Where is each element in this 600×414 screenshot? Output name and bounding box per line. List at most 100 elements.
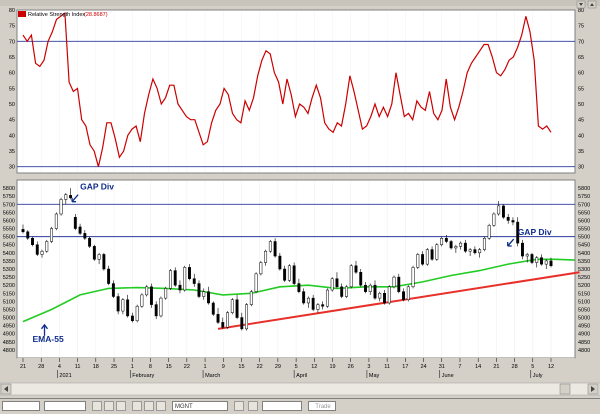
candle-body: [154, 304, 158, 317]
price-tick-label-left: 5450: [3, 243, 15, 249]
candle-body: [102, 254, 106, 270]
candle: [425, 247, 429, 266]
candle-body: [211, 302, 215, 315]
month-label: July: [533, 373, 543, 379]
candle: [102, 252, 106, 271]
quantity-field[interactable]: [262, 401, 302, 411]
refresh-icon[interactable]: [234, 401, 244, 411]
price-tick-label-right: 5100: [578, 299, 590, 305]
candle-body: [245, 304, 249, 330]
candle: [226, 311, 229, 329]
candle-body: [69, 195, 73, 199]
candle-body: [50, 228, 53, 242]
settings-icon[interactable]: [248, 401, 258, 411]
candle-body: [83, 233, 87, 239]
horizontal-scrollbar[interactable]: [0, 382, 600, 396]
month-label: June: [442, 373, 454, 379]
candle-body: [435, 244, 439, 260]
candle-body: [259, 262, 263, 275]
rsi-title-icon: [18, 11, 26, 17]
candle-body: [549, 260, 553, 267]
candle: [392, 275, 396, 289]
price-axis-right: 4800 4850 4900 4950 5000 5050 5100 5150 5200 5250…: [578, 186, 590, 354]
rsi-tick-label-right: 65: [578, 55, 584, 61]
candle-body: [283, 268, 287, 281]
price-tick-label-left: 5400: [3, 251, 15, 257]
candle: [349, 264, 353, 289]
price-tick-label-left: 4850: [3, 340, 15, 346]
candle-body: [473, 249, 477, 254]
price-tick-label-right: 5600: [578, 218, 590, 224]
date-tick-label: 3: [367, 364, 370, 370]
candle: [249, 290, 253, 307]
candle: [387, 285, 391, 305]
symbol-field[interactable]: MGNT: [172, 401, 228, 411]
candle-body: [126, 299, 130, 317]
date-tick-label: 28: [38, 364, 44, 370]
candle-body: [202, 291, 206, 297]
scrollbar-track[interactable]: [0, 382, 600, 396]
price-tick-label-left: 5250: [3, 275, 15, 281]
candle-body: [411, 267, 415, 288]
price-panel: GAP Div GAP Div EMA-55 4800 4850 4900 4950 500…: [3, 179, 590, 359]
candle-body: [454, 246, 458, 249]
candle: [159, 296, 163, 318]
price-tick-label-right: 5150: [578, 291, 590, 297]
candle-body: [64, 194, 68, 200]
candle-body: [249, 291, 253, 305]
candle-body: [268, 241, 272, 252]
date-tick-label: 25: [111, 364, 117, 370]
panel-splitter[interactable]: [0, 175, 600, 179]
rsi-panel: 30 35 40 45 50 55 60 65 70 75 80 30 35 40 45 50 55 60 65 7…: [9, 8, 584, 174]
candle-body: [397, 276, 401, 292]
scroll-thumb[interactable]: [559, 383, 571, 395]
price-tick-label-right: 5800: [578, 186, 590, 192]
candle-body: [511, 220, 515, 223]
date-tick-label: 21: [493, 364, 499, 370]
candle-body: [354, 265, 358, 273]
date-tick-label: 5: [295, 364, 298, 370]
date-tick-label: 1: [204, 364, 207, 370]
candle-body: [335, 278, 339, 288]
bold-tool-icon[interactable]: [92, 401, 102, 411]
candle: [406, 285, 410, 302]
crosshair-tool-icon[interactable]: [156, 401, 166, 411]
candle-body: [535, 257, 539, 263]
candle-body: [173, 270, 177, 286]
price-tick-label-right: 5000: [578, 316, 590, 322]
date-tick-label: 9: [222, 364, 225, 370]
italic-tool-icon[interactable]: [104, 401, 114, 411]
candle-body: [345, 286, 348, 297]
price-tick-label-left: 5750: [3, 194, 15, 200]
rsi-tick-label-left: 60: [9, 71, 15, 77]
candle: [92, 244, 96, 261]
candle-body: [192, 278, 196, 284]
candle-body: [59, 199, 63, 215]
line-width-select[interactable]: [44, 401, 86, 411]
color-tool-icon[interactable]: [116, 401, 126, 411]
candle-body: [392, 276, 396, 288]
candle-body: [297, 283, 301, 292]
candle-body: [169, 270, 172, 289]
candle-body: [406, 286, 410, 300]
cursor-tool-icon[interactable]: [132, 401, 142, 411]
date-tick-label: 17: [402, 364, 408, 370]
candle: [268, 239, 272, 253]
candle: [435, 243, 439, 261]
date-tick-label: 8: [149, 364, 152, 370]
candle-body: [240, 317, 244, 330]
trade-button[interactable]: Trade: [308, 401, 336, 411]
zoom-tool-icon[interactable]: [144, 401, 154, 411]
candle-body: [216, 314, 220, 323]
candle-body: [530, 254, 534, 263]
candle-body: [226, 312, 229, 328]
line-style-select[interactable]: [2, 401, 40, 411]
date-tick-label: 28: [512, 364, 518, 370]
candle: [50, 226, 53, 244]
candle-body: [135, 305, 139, 322]
candle-body: [349, 265, 353, 288]
candle-body: [145, 286, 149, 296]
date-tick-label: 26: [348, 364, 354, 370]
rsi-tick-label-right: 60: [578, 71, 584, 77]
candle-body: [387, 286, 391, 304]
